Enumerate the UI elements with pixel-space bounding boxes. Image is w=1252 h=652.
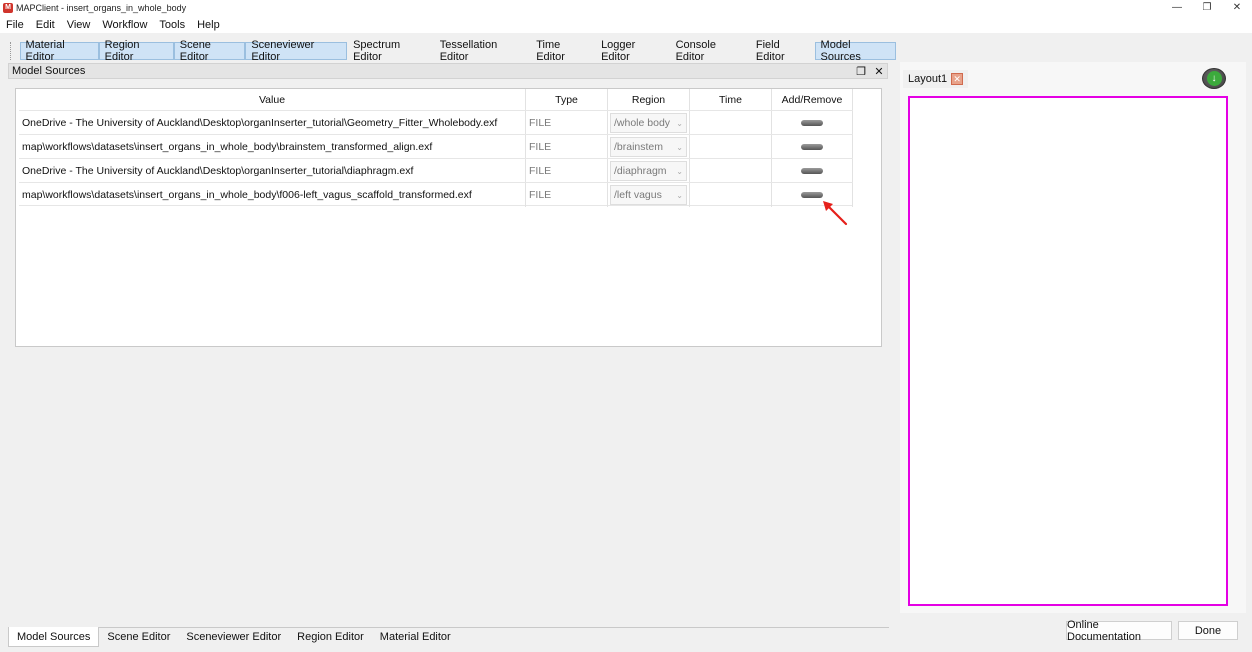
toolbar-spectrum-editor[interactable]: Spectrum Editor [347,39,434,63]
type-cell: FILE [526,183,608,207]
dock-title: Model Sources [12,65,86,77]
toolbar-grip-handle[interactable] [10,42,20,60]
download-arrow-icon: ↓ [1206,71,1222,86]
layout-tab[interactable]: Layout1 ✕ [903,70,969,88]
time-cell[interactable] [690,183,772,207]
table-row[interactable]: map\workflows\datasets\insert_organs_in_… [19,182,853,207]
menu-bar: File Edit View Workflow Tools Help [0,16,1252,33]
close-icon[interactable]: ✕ [1222,0,1252,14]
toolbar-console-editor[interactable]: Console Editor [670,39,750,63]
menu-edit[interactable]: Edit [30,19,61,31]
annotation-arrow-icon [823,201,848,226]
chevron-down-icon: ⌄ [676,142,683,152]
toolbar-region-editor[interactable]: Region Editor [98,39,174,63]
type-cell: FILE [526,135,608,159]
header-type[interactable]: Type [526,89,608,111]
region-value: /left vagus [614,189,662,201]
done-button[interactable]: Done [1178,621,1238,640]
execute-step-button[interactable]: ↓ [1202,68,1226,89]
table-header: Value Type Region Time Add/Remove [19,89,853,111]
dock-buttons: ❐ ✕ [855,64,885,78]
region-dropdown[interactable]: /diaphragm ⌄ [610,161,687,181]
toolbar-time-editor[interactable]: Time Editor [530,39,595,63]
add-remove-cell [772,135,853,159]
remove-button[interactable] [801,144,823,150]
editor-toolbar: Material Editor Region Editor Scene Edit… [0,39,896,63]
close-dock-icon[interactable]: ✕ [873,65,885,78]
value-cell[interactable]: OneDrive - The University of Auckland\De… [19,159,526,183]
toolbar-model-sources[interactable]: Model Sources [814,39,896,63]
minimize-icon[interactable]: — [1162,0,1192,14]
toolbar-tessellation-editor[interactable]: Tessellation Editor [434,39,531,63]
model-sources-table: Value Type Region Time Add/Remove OneDri… [15,88,882,347]
toolbar-field-editor[interactable]: Field Editor [750,39,815,63]
restore-icon[interactable]: ❐ [1192,0,1222,14]
region-dropdown[interactable]: /whole body ⌄ [610,113,687,133]
remove-button[interactable] [801,120,823,126]
header-time[interactable]: Time [690,89,772,111]
value-cell[interactable]: map\workflows\datasets\insert_organs_in_… [19,183,526,207]
time-cell[interactable] [690,111,772,135]
type-cell: FILE [526,159,608,183]
add-remove-cell [772,111,853,135]
chevron-down-icon: ⌄ [676,118,683,128]
bottom-tab-scene-editor[interactable]: Scene Editor [99,627,178,647]
value-cell[interactable]: OneDrive - The University of Auckland\De… [19,111,526,135]
value-cell[interactable]: map\workflows\datasets\insert_organs_in_… [19,135,526,159]
bottom-tab-sceneviewer-editor[interactable]: Sceneviewer Editor [178,627,289,647]
region-cell: /brainstem ⌄ [608,135,690,159]
toolbar-material-editor[interactable]: Material Editor [19,39,99,63]
add-remove-cell [772,159,853,183]
toolbar-sceneviewer-editor[interactable]: Sceneviewer Editor [245,39,348,63]
toolbar-scene-editor[interactable]: Scene Editor [173,39,246,63]
window-controls: — ❐ ✕ [1162,0,1252,14]
menu-tools[interactable]: Tools [153,19,191,31]
header-value[interactable]: Value [19,89,526,111]
layout-canvas[interactable] [908,96,1228,606]
region-cell: /left vagus ⌄ [608,183,690,207]
region-cell: /whole body ⌄ [608,111,690,135]
table-row[interactable]: OneDrive - The University of Auckland\De… [19,110,853,135]
region-dropdown[interactable]: /left vagus ⌄ [610,185,687,205]
header-region[interactable]: Region [608,89,690,111]
bottom-tab-material-editor[interactable]: Material Editor [372,627,459,647]
menu-view[interactable]: View [61,19,97,31]
table-row[interactable]: map\workflows\datasets\insert_organs_in_… [19,134,853,159]
chevron-down-icon: ⌄ [676,166,683,176]
model-sources-dock-header: Model Sources ❐ ✕ [8,63,888,79]
table-row[interactable]: OneDrive - The University of Auckland\De… [19,158,853,183]
bottom-tabs: Model Sources Scene Editor Sceneviewer E… [8,627,459,647]
bottom-tab-region-editor[interactable]: Region Editor [289,627,372,647]
header-add-remove[interactable]: Add/Remove [772,89,853,111]
menu-workflow[interactable]: Workflow [96,19,153,31]
map-client-app-icon: M [3,3,13,13]
chevron-down-icon: ⌄ [676,190,683,200]
layout-tab-label: Layout1 [908,73,948,85]
float-dock-icon[interactable]: ❐ [855,65,867,78]
region-value: /diaphragm [614,165,667,177]
layout-panel: Layout1 ✕ ↓ [900,62,1246,613]
bottom-tab-model-sources[interactable]: Model Sources [8,627,100,647]
remove-button[interactable] [801,168,823,174]
online-documentation-button[interactable]: Online Documentation [1066,619,1172,643]
window-title: MAPClient - insert_organs_in_whole_body [16,3,187,13]
toolbar-logger-editor[interactable]: Logger Editor [595,39,670,63]
menu-file[interactable]: File [0,19,30,31]
region-value: /brainstem [614,141,664,153]
region-dropdown[interactable]: /brainstem ⌄ [610,137,687,157]
time-cell[interactable] [690,135,772,159]
region-value: /whole body [614,117,671,129]
type-cell: FILE [526,111,608,135]
close-layout-icon[interactable]: ✕ [951,73,964,85]
menu-help[interactable]: Help [191,19,226,31]
time-cell[interactable] [690,159,772,183]
title-bar: M MAPClient - insert_organs_in_whole_bod… [0,0,1252,16]
region-cell: /diaphragm ⌄ [608,159,690,183]
